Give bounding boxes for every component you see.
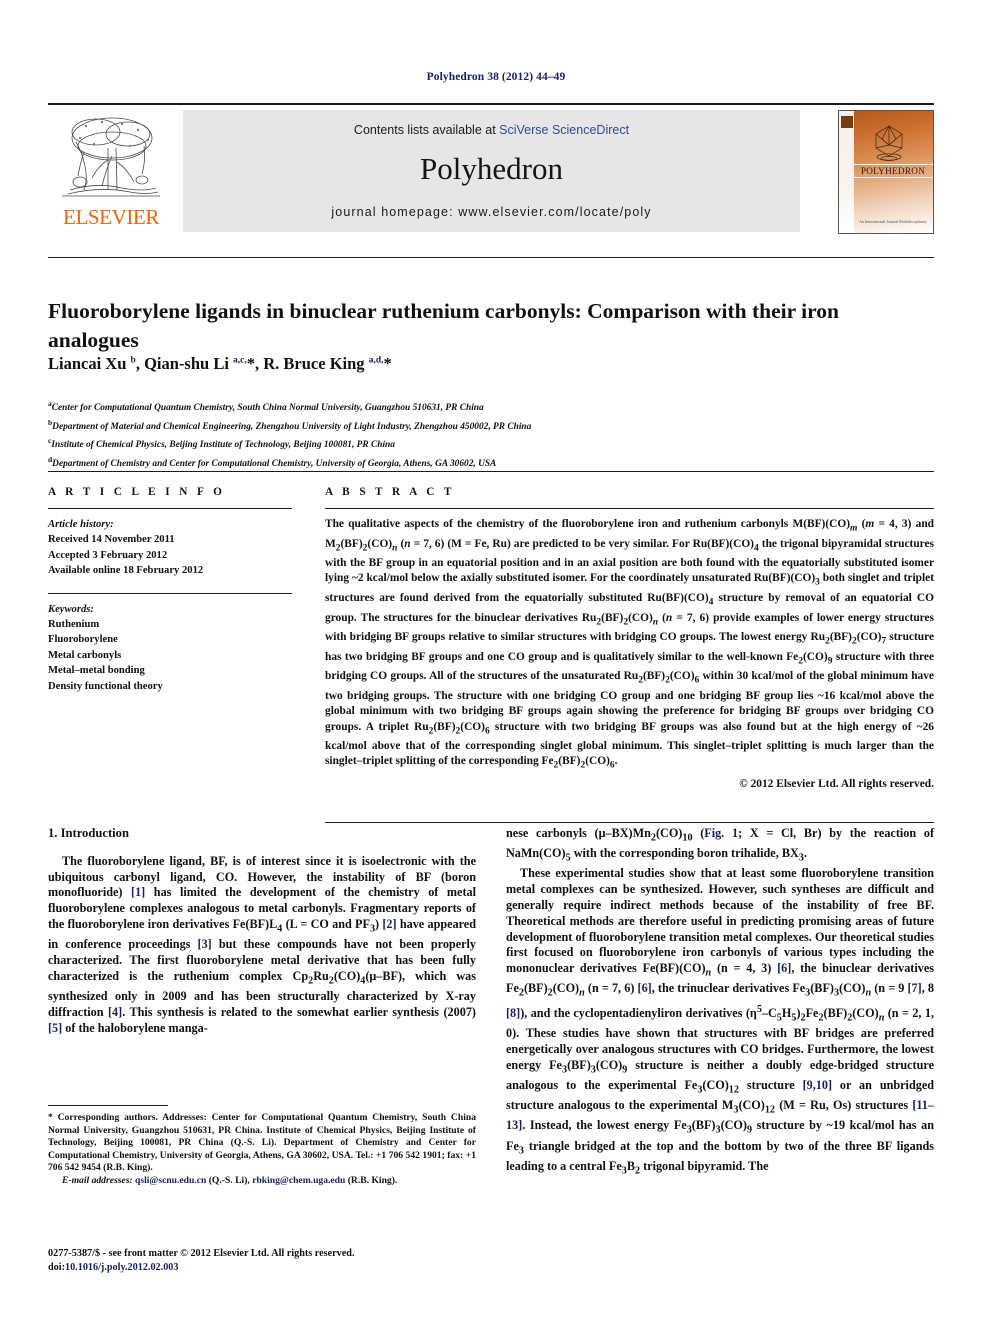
- keyword-item: Fluoroborylene: [48, 634, 118, 646]
- elsevier-tree-icon: [62, 117, 160, 197]
- article-info-column: A R T I C L E I N F O Article history: R…: [48, 486, 292, 694]
- abstract-rule-top: [325, 508, 934, 509]
- keyword-item: Density functional theory: [48, 680, 163, 692]
- article-history-list: Received 14 November 2011 Accepted 3 Febr…: [48, 532, 292, 578]
- keywords-list: Ruthenium Fluoroborylene Metal carbonyls Me…: [48, 617, 292, 694]
- article-history-item: Available online 18 February 2012: [48, 565, 204, 577]
- body-column-left: 1. Introduction The fluoroborylene ligan…: [48, 826, 476, 1036]
- keyword-item: Metal carbonyls: [48, 649, 122, 661]
- footnote-block: * Corresponding authors. Addresses: Cent…: [48, 1112, 476, 1188]
- keyword-item: Metal–metal bonding: [48, 665, 145, 677]
- info-abstract-top-rule: [48, 471, 934, 472]
- article-history-item: Accepted 3 February 2012: [48, 549, 168, 561]
- title-separator-rule: [48, 257, 934, 258]
- header-top-rule: [48, 103, 934, 105]
- abstract-copyright: © 2012 Elsevier Ltd. All rights reserved…: [739, 777, 934, 790]
- abstract-column: A B S T R A C T The qualitative aspects …: [325, 486, 934, 790]
- elsevier-wordmark: ELSEVIER: [63, 205, 159, 229]
- body-paragraph: These experimental studies show that at …: [506, 866, 935, 1177]
- imprint-block: 0277-5387/$ - see front matter © 2012 El…: [48, 1247, 518, 1275]
- article-info-rule: [48, 508, 292, 509]
- journal-header-band: ELSEVIER Contents lists available at Sci…: [48, 110, 934, 234]
- affiliation-item: bDepartment of Material and Chemical Eng…: [48, 417, 532, 432]
- corresponding-authors-note: * Corresponding authors. Addresses: Cent…: [48, 1112, 476, 1174]
- paper-page: Polyhedron 38 (2012) 44–49 ELSEVIER Cont…: [0, 0, 992, 1323]
- body-column-right: nese carbonyls (μ–BX)Mn2(CO)10 (Fig. 1; …: [506, 826, 934, 1179]
- email-addresses-note: E-mail addresses: qsli@scnu.edu.cn (Q.-S…: [62, 1174, 398, 1186]
- body-paragraph: nese carbonyls (μ–BX)Mn2(CO)10 (Fig. 1; …: [506, 826, 935, 864]
- abstract-bottom-rule: [325, 822, 934, 823]
- article-info-heading: A R T I C L E I N F O: [48, 486, 226, 498]
- doi-prefix: doi:: [48, 1262, 65, 1273]
- contents-available-line: Contents lists available at SciVerse Sci…: [183, 123, 800, 137]
- keywords-rule: [48, 592, 292, 594]
- affiliation-item: aCenter for Computational Quantum Chemis…: [48, 399, 484, 414]
- footnote-rule: [48, 1105, 168, 1106]
- issn-line: 0277-5387/$ - see front matter © 2012 El…: [48, 1248, 355, 1259]
- journal-title: Polyhedron: [420, 151, 563, 186]
- journal-cover-thumbnail: POLYHEDRON An International Journal Mult…: [838, 110, 934, 234]
- affiliation-list: aCenter for Computational Quantum Chemis…: [48, 397, 928, 472]
- abstract-text: The qualitative aspects of the chemistry…: [325, 518, 935, 771]
- body-paragraph: The fluoroborylene ligand, BF, is of int…: [48, 853, 476, 1035]
- body-right-paragraphs: nese carbonyls (μ–BX)Mn2(CO)10 (Fig. 1; …: [506, 826, 934, 1179]
- running-head: Polyhedron 38 (2012) 44–49: [426, 71, 566, 83]
- article-history-label: Article history:: [48, 519, 114, 530]
- contents-box: Contents lists available at SciVerse Sci…: [183, 110, 800, 232]
- elsevier-badge-icon: [841, 116, 853, 128]
- abstract-heading: A B S T R A C T: [325, 486, 455, 498]
- doi-line: doi:10.1016/j.poly.2012.02.003: [48, 1261, 518, 1275]
- cover-left-strip: [839, 111, 854, 233]
- journal-homepage[interactable]: journal homepage: www.elsevier.com/locat…: [183, 205, 800, 219]
- affiliation-item: dDepartment of Chemistry and Center for …: [48, 455, 497, 470]
- keywords-label: Keywords:: [48, 603, 94, 615]
- polyhedron-graphic-icon: [875, 125, 903, 161]
- article-history-item: Received 14 November 2011: [48, 534, 175, 546]
- contents-prefix: Contents lists available at: [353, 123, 500, 137]
- author-list: Liancai Xu b, Qian-shu Li a,c,*, R. Bruc…: [48, 354, 392, 373]
- article-title: Fluoroborylene ligands in binuclear ruth…: [48, 299, 840, 353]
- cover-journal-title: POLYHEDRON: [853, 164, 933, 178]
- sciencedirect-link[interactable]: SciVerse ScienceDirect: [499, 123, 629, 137]
- doi-value[interactable]: 10.1016/j.poly.2012.02.003: [65, 1262, 179, 1273]
- keyword-item: Ruthenium: [48, 619, 100, 631]
- cover-footer-text: An International Journal Multidisciplina…: [859, 219, 927, 224]
- section-title-introduction: 1. Introduction: [48, 826, 129, 840]
- body-left-paragraphs: The fluoroborylene ligand, BF, is of int…: [48, 854, 476, 1037]
- elsevier-logo: ELSEVIER: [48, 110, 174, 232]
- affiliation-item: cInstitute of Chemical Physics, Beijing …: [48, 436, 395, 451]
